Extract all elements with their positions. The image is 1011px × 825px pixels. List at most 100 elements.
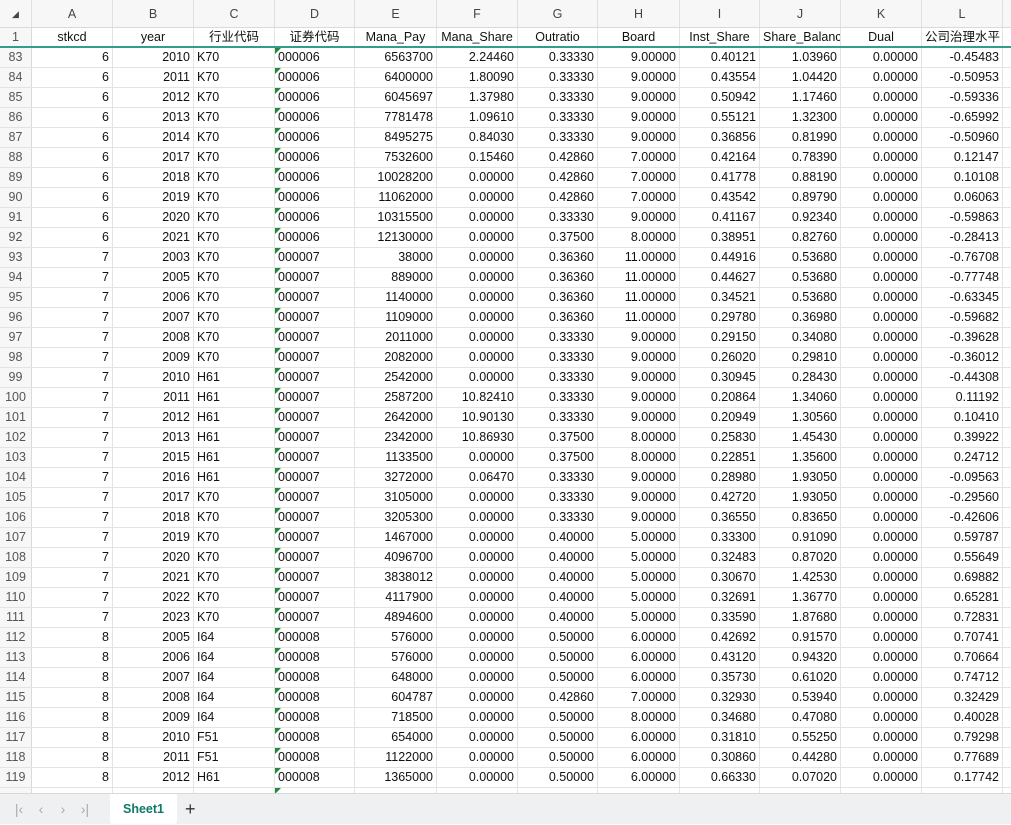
table-cell[interactable]: 8 bbox=[32, 748, 113, 767]
table-cell[interactable]: K70 bbox=[194, 568, 275, 587]
table-cell[interactable]: 9.00000 bbox=[598, 368, 680, 387]
table-cell[interactable]: H61 bbox=[194, 428, 275, 447]
table-cell[interactable]: -0.50960 bbox=[922, 128, 1003, 147]
table-cell[interactable]: 3105000 bbox=[355, 488, 437, 507]
row-number[interactable]: 108 bbox=[0, 548, 32, 567]
table-cell[interactable]: 0.00000 bbox=[841, 588, 922, 607]
table-cell[interactable]: 1.17460 bbox=[760, 88, 841, 107]
table-cell[interactable]: 2019 bbox=[113, 528, 194, 547]
table-cell[interactable]: 0.00000 bbox=[841, 228, 922, 247]
table-cell[interactable]: 2007 bbox=[113, 308, 194, 327]
column-header-C[interactable]: C bbox=[194, 0, 275, 27]
table-cell[interactable]: 2011 bbox=[113, 388, 194, 407]
table-cell[interactable]: 0.94320 bbox=[760, 648, 841, 667]
table-cell[interactable]: 000007 bbox=[275, 288, 355, 307]
table-cell[interactable]: 0.40000 bbox=[518, 588, 598, 607]
table-cell[interactable]: 0.33330 bbox=[518, 408, 598, 427]
row-number[interactable]: 96 bbox=[0, 308, 32, 327]
row-number[interactable]: 85 bbox=[0, 88, 32, 107]
table-cell[interactable]: 7 bbox=[32, 528, 113, 547]
table-cell[interactable]: -0.59336 bbox=[922, 88, 1003, 107]
table-cell[interactable]: 8 bbox=[32, 628, 113, 647]
empty-cell[interactable] bbox=[1003, 308, 1011, 327]
column-header-L[interactable]: L bbox=[922, 0, 1003, 27]
row-number[interactable]: 103 bbox=[0, 448, 32, 467]
table-cell[interactable]: 0.10108 bbox=[922, 168, 1003, 187]
row-number[interactable]: 104 bbox=[0, 468, 32, 487]
table-cell[interactable]: 0.42720 bbox=[680, 488, 760, 507]
empty-cell[interactable] bbox=[1003, 768, 1011, 787]
table-cell[interactable]: 2082000 bbox=[355, 348, 437, 367]
table-cell[interactable]: 7 bbox=[32, 508, 113, 527]
table-cell[interactable]: 7 bbox=[32, 248, 113, 267]
table-cell[interactable]: K70 bbox=[194, 348, 275, 367]
table-cell[interactable]: 0.72831 bbox=[922, 608, 1003, 627]
table-cell[interactable]: 0.00000 bbox=[841, 648, 922, 667]
table-cell[interactable]: 0.00000 bbox=[437, 328, 518, 347]
table-cell[interactable]: 9.00000 bbox=[598, 388, 680, 407]
table-cell[interactable]: 7 bbox=[32, 288, 113, 307]
table-cell[interactable]: 1122000 bbox=[355, 748, 437, 767]
table-cell[interactable]: 0.82760 bbox=[760, 228, 841, 247]
table-cell[interactable]: 000007 bbox=[275, 568, 355, 587]
table-cell[interactable]: 0.28430 bbox=[760, 368, 841, 387]
table-cell[interactable]: 0.20949 bbox=[680, 408, 760, 427]
table-cell[interactable]: 2008 bbox=[113, 688, 194, 707]
table-cell[interactable]: 000007 bbox=[275, 548, 355, 567]
table-cell[interactable]: 0.00000 bbox=[437, 268, 518, 287]
table-cell[interactable]: 000008 bbox=[275, 648, 355, 667]
table-cell[interactable]: 0.53680 bbox=[760, 288, 841, 307]
header-cell[interactable]: 证券代码 bbox=[275, 28, 355, 46]
empty-cell[interactable] bbox=[1003, 68, 1011, 87]
row-number[interactable]: 109 bbox=[0, 568, 32, 587]
row-number[interactable]: 115 bbox=[0, 688, 32, 707]
table-cell[interactable]: 2023 bbox=[113, 608, 194, 627]
empty-cell[interactable] bbox=[1003, 168, 1011, 187]
table-cell[interactable]: 0.38951 bbox=[680, 228, 760, 247]
empty-cell[interactable] bbox=[1003, 588, 1011, 607]
table-cell[interactable]: 000007 bbox=[275, 488, 355, 507]
table-cell[interactable]: 2010 bbox=[113, 368, 194, 387]
table-cell[interactable]: 000007 bbox=[275, 368, 355, 387]
table-cell[interactable]: 4894600 bbox=[355, 608, 437, 627]
table-cell[interactable]: 0.34521 bbox=[680, 288, 760, 307]
table-cell[interactable]: 0.40000 bbox=[518, 568, 598, 587]
table-cell[interactable]: I64 bbox=[194, 688, 275, 707]
table-cell[interactable]: 000007 bbox=[275, 468, 355, 487]
empty-cell[interactable] bbox=[1003, 508, 1011, 527]
table-cell[interactable]: 2342000 bbox=[355, 428, 437, 447]
table-cell[interactable]: 2016 bbox=[113, 468, 194, 487]
table-cell[interactable]: 000007 bbox=[275, 388, 355, 407]
table-cell[interactable]: 1.93050 bbox=[760, 488, 841, 507]
empty-cell[interactable] bbox=[1003, 108, 1011, 127]
table-cell[interactable]: 0.44280 bbox=[760, 748, 841, 767]
table-cell[interactable]: 0.00000 bbox=[437, 608, 518, 627]
table-cell[interactable]: 11062000 bbox=[355, 188, 437, 207]
table-cell[interactable]: 6045697 bbox=[355, 88, 437, 107]
table-cell[interactable]: K70 bbox=[194, 308, 275, 327]
table-cell[interactable]: 0.00000 bbox=[841, 748, 922, 767]
table-cell[interactable]: K70 bbox=[194, 208, 275, 227]
empty-cell[interactable] bbox=[1003, 428, 1011, 447]
table-cell[interactable]: 2009 bbox=[113, 708, 194, 727]
table-cell[interactable]: 0.33330 bbox=[518, 508, 598, 527]
table-cell[interactable]: 0.41167 bbox=[680, 208, 760, 227]
table-cell[interactable]: 7 bbox=[32, 368, 113, 387]
table-cell[interactable]: 0.00000 bbox=[437, 448, 518, 467]
table-cell[interactable]: 0.00000 bbox=[841, 728, 922, 747]
row-number[interactable]: 100 bbox=[0, 388, 32, 407]
empty-cell[interactable] bbox=[1003, 708, 1011, 727]
last-sheet-button[interactable]: ›| bbox=[74, 801, 96, 817]
table-cell[interactable]: 2005 bbox=[113, 628, 194, 647]
table-cell[interactable]: 0.26020 bbox=[680, 348, 760, 367]
row-number[interactable]: 112 bbox=[0, 628, 32, 647]
table-cell[interactable]: 8 bbox=[32, 728, 113, 747]
table-cell[interactable]: 0.69882 bbox=[922, 568, 1003, 587]
table-cell[interactable]: 6.00000 bbox=[598, 628, 680, 647]
table-cell[interactable]: 6563700 bbox=[355, 48, 437, 67]
table-cell[interactable]: 0.32483 bbox=[680, 548, 760, 567]
table-cell[interactable]: 0.00000 bbox=[841, 608, 922, 627]
row-number[interactable]: 113 bbox=[0, 648, 32, 667]
table-cell[interactable]: 000007 bbox=[275, 248, 355, 267]
table-cell[interactable]: 7532600 bbox=[355, 148, 437, 167]
